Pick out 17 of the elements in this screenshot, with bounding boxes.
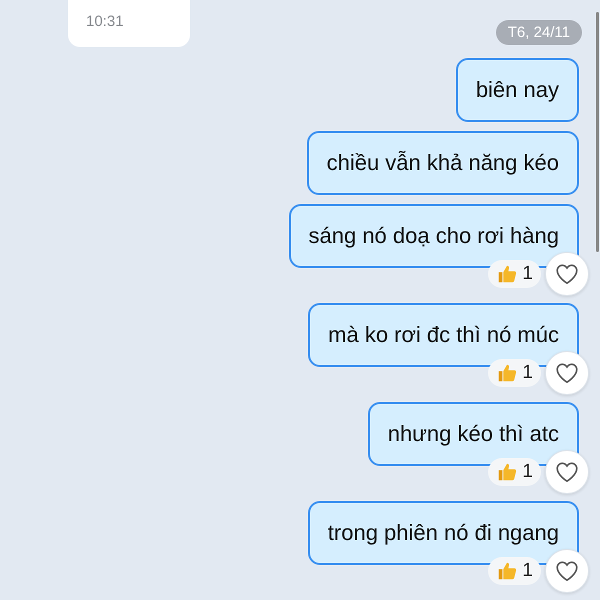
heart-reaction-button[interactable]: [545, 450, 589, 494]
thumbs-up-icon: [496, 461, 518, 483]
reaction-count[interactable]: 1: [488, 260, 541, 288]
heart-reaction-button[interactable]: [545, 252, 589, 296]
thumbs-up-icon: [496, 560, 518, 582]
heart-reaction-button[interactable]: [545, 549, 589, 593]
reaction-count[interactable]: 1: [488, 458, 541, 486]
reaction-count[interactable]: 1: [488, 557, 541, 585]
message-bubble: chiều vẫn khả năng kéo: [306, 131, 579, 195]
thumbs-up-icon: [496, 263, 518, 285]
thumbs-up-icon: [496, 362, 518, 384]
scrollbar[interactable]: [596, 12, 599, 252]
reaction-count[interactable]: 1: [488, 359, 541, 387]
message-bubble: biên nay: [456, 58, 579, 122]
date-separator: T6, 24/11: [496, 20, 582, 45]
heart-reaction-button[interactable]: [545, 351, 589, 395]
message-time: 10:31: [86, 13, 124, 30]
